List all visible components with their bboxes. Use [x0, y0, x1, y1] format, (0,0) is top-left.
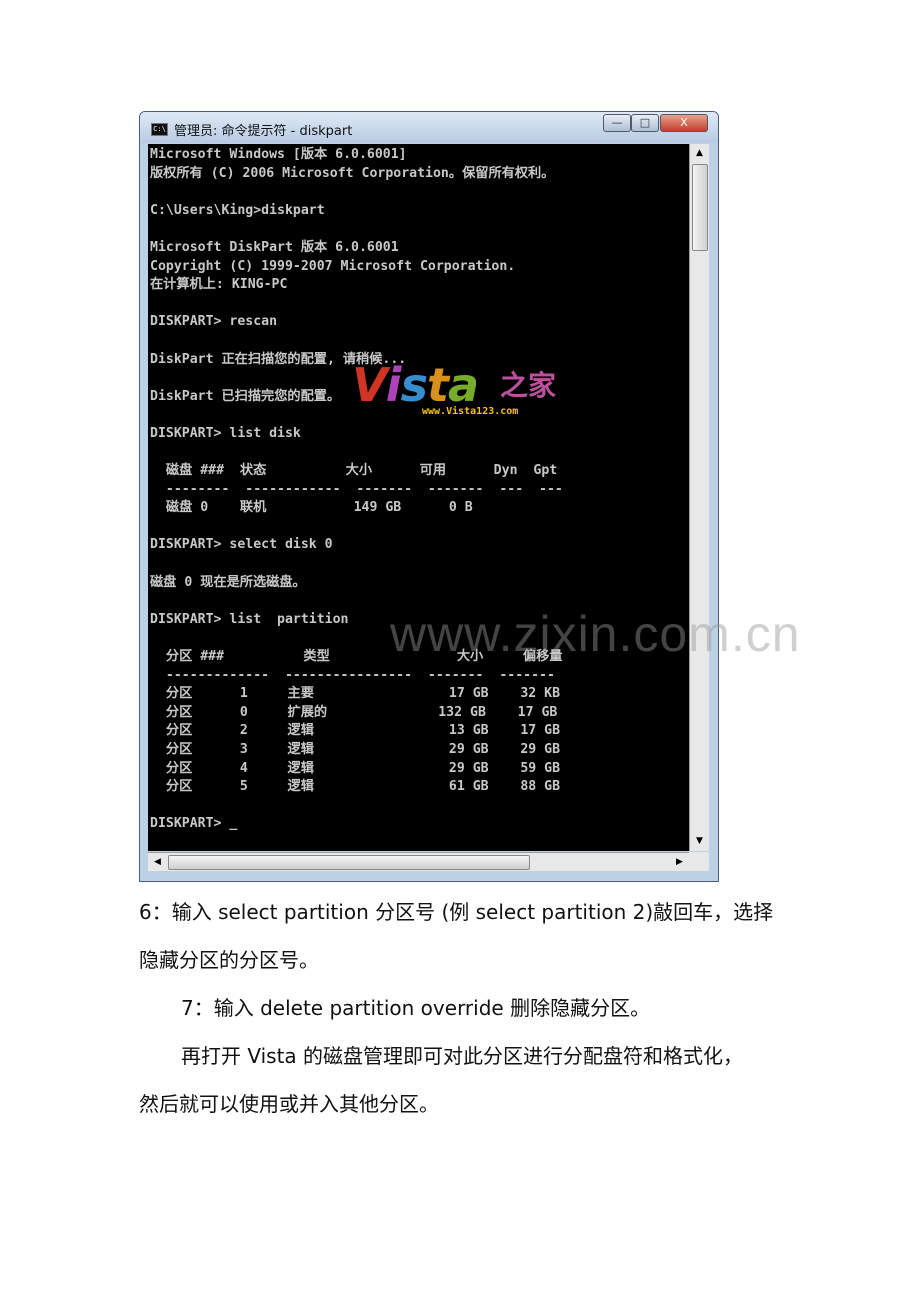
- cmd-window: C:\ 管理员: 命令提示符 - diskpart — □ X Microsof…: [139, 111, 719, 882]
- minimize-button[interactable]: —: [603, 114, 631, 132]
- paragraph-step-6-cont: 隐藏分区的分区号。: [139, 948, 319, 972]
- paragraph-step-7: 7：输入 delete partition override 删除隐藏分区。: [181, 996, 651, 1020]
- maximize-button[interactable]: □: [631, 114, 659, 132]
- vertical-scrollbar[interactable]: ▲ ▼: [689, 144, 709, 851]
- window-title: 管理员: 命令提示符 - diskpart: [174, 124, 353, 139]
- resize-grip-icon[interactable]: [689, 852, 709, 871]
- scroll-left-icon[interactable]: ◀: [149, 853, 166, 871]
- vertical-scroll-thumb[interactable]: [692, 164, 708, 251]
- paragraph-step-6: 6：输入 select partition 分区号 (例 select part…: [139, 900, 774, 924]
- console-text: Microsoft Windows [版本 6.0.6001] 版权所有 (C)…: [150, 147, 563, 832]
- console-output[interactable]: Microsoft Windows [版本 6.0.6001] 版权所有 (C)…: [148, 144, 689, 851]
- horizontal-scrollbar[interactable]: ◀ ▶: [148, 852, 689, 871]
- close-button[interactable]: X: [660, 114, 708, 132]
- title-bar[interactable]: C:\ 管理员: 命令提示符 - diskpart — □ X: [140, 112, 718, 143]
- console-icon: C:\: [151, 123, 168, 136]
- paragraph-vista-manage-cont: 然后就可以使用或并入其他分区。: [139, 1092, 439, 1116]
- scroll-up-icon[interactable]: ▲: [690, 145, 709, 162]
- horizontal-scroll-thumb[interactable]: [168, 855, 530, 870]
- paragraph-vista-manage: 再打开 Vista 的磁盘管理即可对此分区进行分配盘符和格式化，: [181, 1044, 744, 1068]
- scroll-down-icon[interactable]: ▼: [690, 833, 709, 850]
- scroll-right-icon[interactable]: ▶: [671, 853, 688, 871]
